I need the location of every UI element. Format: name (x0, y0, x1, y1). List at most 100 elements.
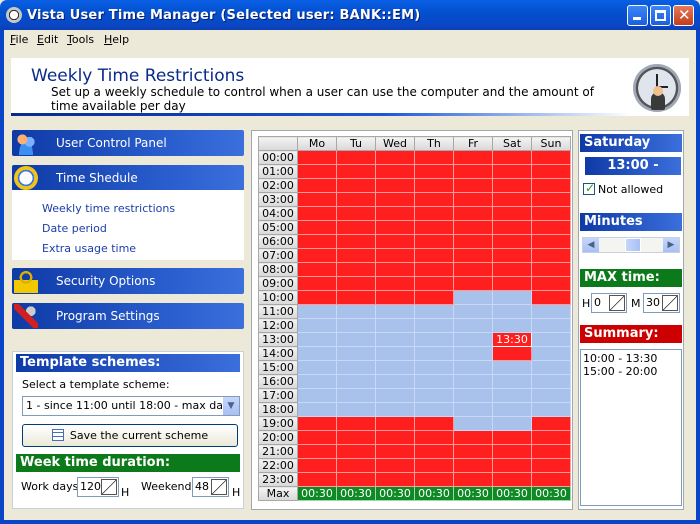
schedule-cell-blocked[interactable] (492, 346, 532, 361)
schedule-cell-blocked[interactable] (492, 150, 532, 165)
schedule-cell-allowed[interactable] (531, 388, 571, 403)
schedule-cell-blocked[interactable] (297, 150, 337, 165)
schedule-cell-blocked[interactable] (531, 416, 571, 431)
schedule-cell-blocked[interactable] (375, 262, 415, 277)
schedule-cell-blocked[interactable] (414, 206, 454, 221)
schedule-cell-allowed[interactable] (453, 318, 493, 333)
schedule-cell-blocked[interactable] (375, 220, 415, 235)
schedule-cell-allowed[interactable] (414, 304, 454, 319)
schedule-cell-allowed[interactable] (336, 332, 376, 347)
schedule-cell-blocked[interactable] (336, 444, 376, 459)
schedule-cell-blocked[interactable] (375, 178, 415, 193)
hour-label[interactable]: 19:00 (258, 416, 298, 431)
schedule-cell-blocked[interactable] (531, 458, 571, 473)
schedule-cell-blocked[interactable] (414, 290, 454, 305)
hour-label[interactable]: 10:00 (258, 290, 298, 305)
schedule-cell-allowed[interactable] (453, 402, 493, 417)
hour-label[interactable]: 21:00 (258, 444, 298, 459)
schedule-cell-blocked[interactable] (336, 472, 376, 487)
schedule-cell-blocked[interactable] (453, 192, 493, 207)
schedule-cell-allowed[interactable] (414, 332, 454, 347)
max-time-cell[interactable]: 00:30 (375, 486, 415, 501)
schedule-cell-blocked[interactable] (414, 248, 454, 263)
schedule-cell-allowed[interactable] (414, 346, 454, 361)
schedule-cell-allowed[interactable] (531, 360, 571, 375)
schedule-cell-blocked[interactable] (336, 430, 376, 445)
schedule-cell-allowed[interactable] (297, 388, 337, 403)
day-header[interactable]: Sat (492, 136, 532, 151)
schedule-cell-allowed[interactable] (492, 374, 532, 389)
schedule-cell-allowed[interactable] (375, 318, 415, 333)
schedule-cell-allowed[interactable] (297, 346, 337, 361)
hour-label[interactable]: 08:00 (258, 262, 298, 277)
schedule-cell-blocked[interactable] (414, 178, 454, 193)
schedule-cell-blocked[interactable] (336, 220, 376, 235)
schedule-cell-allowed[interactable] (375, 360, 415, 375)
schedule-cell-blocked[interactable] (492, 458, 532, 473)
hour-label[interactable]: 11:00 (258, 304, 298, 319)
hour-label[interactable]: 04:00 (258, 206, 298, 221)
hour-label[interactable]: 15:00 (258, 360, 298, 375)
hour-label[interactable]: 00:00 (258, 150, 298, 165)
scroll-left-icon[interactable]: ◀ (583, 238, 599, 252)
schedule-cell-blocked[interactable] (492, 444, 532, 459)
schedule-cell-blocked[interactable] (531, 220, 571, 235)
schedule-cell-blocked[interactable] (336, 248, 376, 263)
schedule-cell-blocked[interactable] (414, 472, 454, 487)
schedule-cell-blocked[interactable] (414, 430, 454, 445)
schedule-cell-selected[interactable]: 13:30 (492, 332, 532, 347)
schedule-cell-blocked[interactable] (375, 206, 415, 221)
schedule-cell-blocked[interactable] (297, 178, 337, 193)
schedule-cell-blocked[interactable] (414, 220, 454, 235)
schedule-cell-blocked[interactable] (297, 234, 337, 249)
schedule-cell-allowed[interactable] (453, 346, 493, 361)
schedule-cell-allowed[interactable] (414, 402, 454, 417)
weekend-spinner[interactable]: 48 (192, 477, 229, 497)
schedule-cell-allowed[interactable] (453, 332, 493, 347)
schedule-cell-blocked[interactable] (414, 416, 454, 431)
max-time-cell[interactable]: 00:30 (297, 486, 337, 501)
schedule-cell-blocked[interactable] (297, 220, 337, 235)
schedule-cell-allowed[interactable] (297, 374, 337, 389)
menu-tools[interactable]: Tools (67, 33, 94, 46)
schedule-cell-allowed[interactable] (453, 304, 493, 319)
schedule-cell-blocked[interactable] (375, 444, 415, 459)
hour-label[interactable]: 02:00 (258, 178, 298, 193)
schedule-cell-allowed[interactable] (453, 290, 493, 305)
schedule-cell-allowed[interactable] (297, 360, 337, 375)
schedule-cell-blocked[interactable] (414, 444, 454, 459)
schedule-cell-blocked[interactable] (336, 206, 376, 221)
template-scheme-select[interactable]: 1 - since 11:00 until 18:00 - max daily … (22, 396, 240, 416)
nav-user-control-panel[interactable]: User Control Panel (12, 130, 244, 156)
schedule-cell-blocked[interactable] (297, 458, 337, 473)
schedule-cell-blocked[interactable] (414, 150, 454, 165)
schedule-cell-blocked[interactable] (453, 472, 493, 487)
link-extra-usage-time[interactable]: Extra usage time (42, 242, 136, 255)
close-button[interactable]: ✕ (673, 5, 694, 26)
schedule-cell-blocked[interactable] (375, 248, 415, 263)
schedule-cell-blocked[interactable] (531, 290, 571, 305)
minimize-button[interactable] (627, 5, 648, 26)
schedule-cell-blocked[interactable] (453, 178, 493, 193)
schedule-cell-allowed[interactable] (492, 388, 532, 403)
schedule-cell-blocked[interactable] (492, 430, 532, 445)
schedule-cell-allowed[interactable] (375, 332, 415, 347)
day-header[interactable]: Fr (453, 136, 493, 151)
schedule-cell-blocked[interactable] (336, 164, 376, 179)
hour-label[interactable]: 20:00 (258, 430, 298, 445)
schedule-cell-blocked[interactable] (375, 290, 415, 305)
schedule-cell-blocked[interactable] (336, 192, 376, 207)
schedule-cell-blocked[interactable] (492, 178, 532, 193)
schedule-cell-blocked[interactable] (492, 234, 532, 249)
schedule-cell-blocked[interactable] (297, 276, 337, 291)
schedule-cell-blocked[interactable] (531, 472, 571, 487)
schedule-cell-blocked[interactable] (336, 290, 376, 305)
schedule-cell-blocked[interactable] (297, 444, 337, 459)
schedule-cell-blocked[interactable] (375, 192, 415, 207)
schedule-cell-blocked[interactable] (531, 192, 571, 207)
day-header[interactable]: Wed (375, 136, 415, 151)
max-time-cell[interactable]: 00:30 (492, 486, 532, 501)
schedule-cell-blocked[interactable] (297, 192, 337, 207)
schedule-cell-allowed[interactable] (375, 402, 415, 417)
day-header[interactable]: Tu (336, 136, 376, 151)
